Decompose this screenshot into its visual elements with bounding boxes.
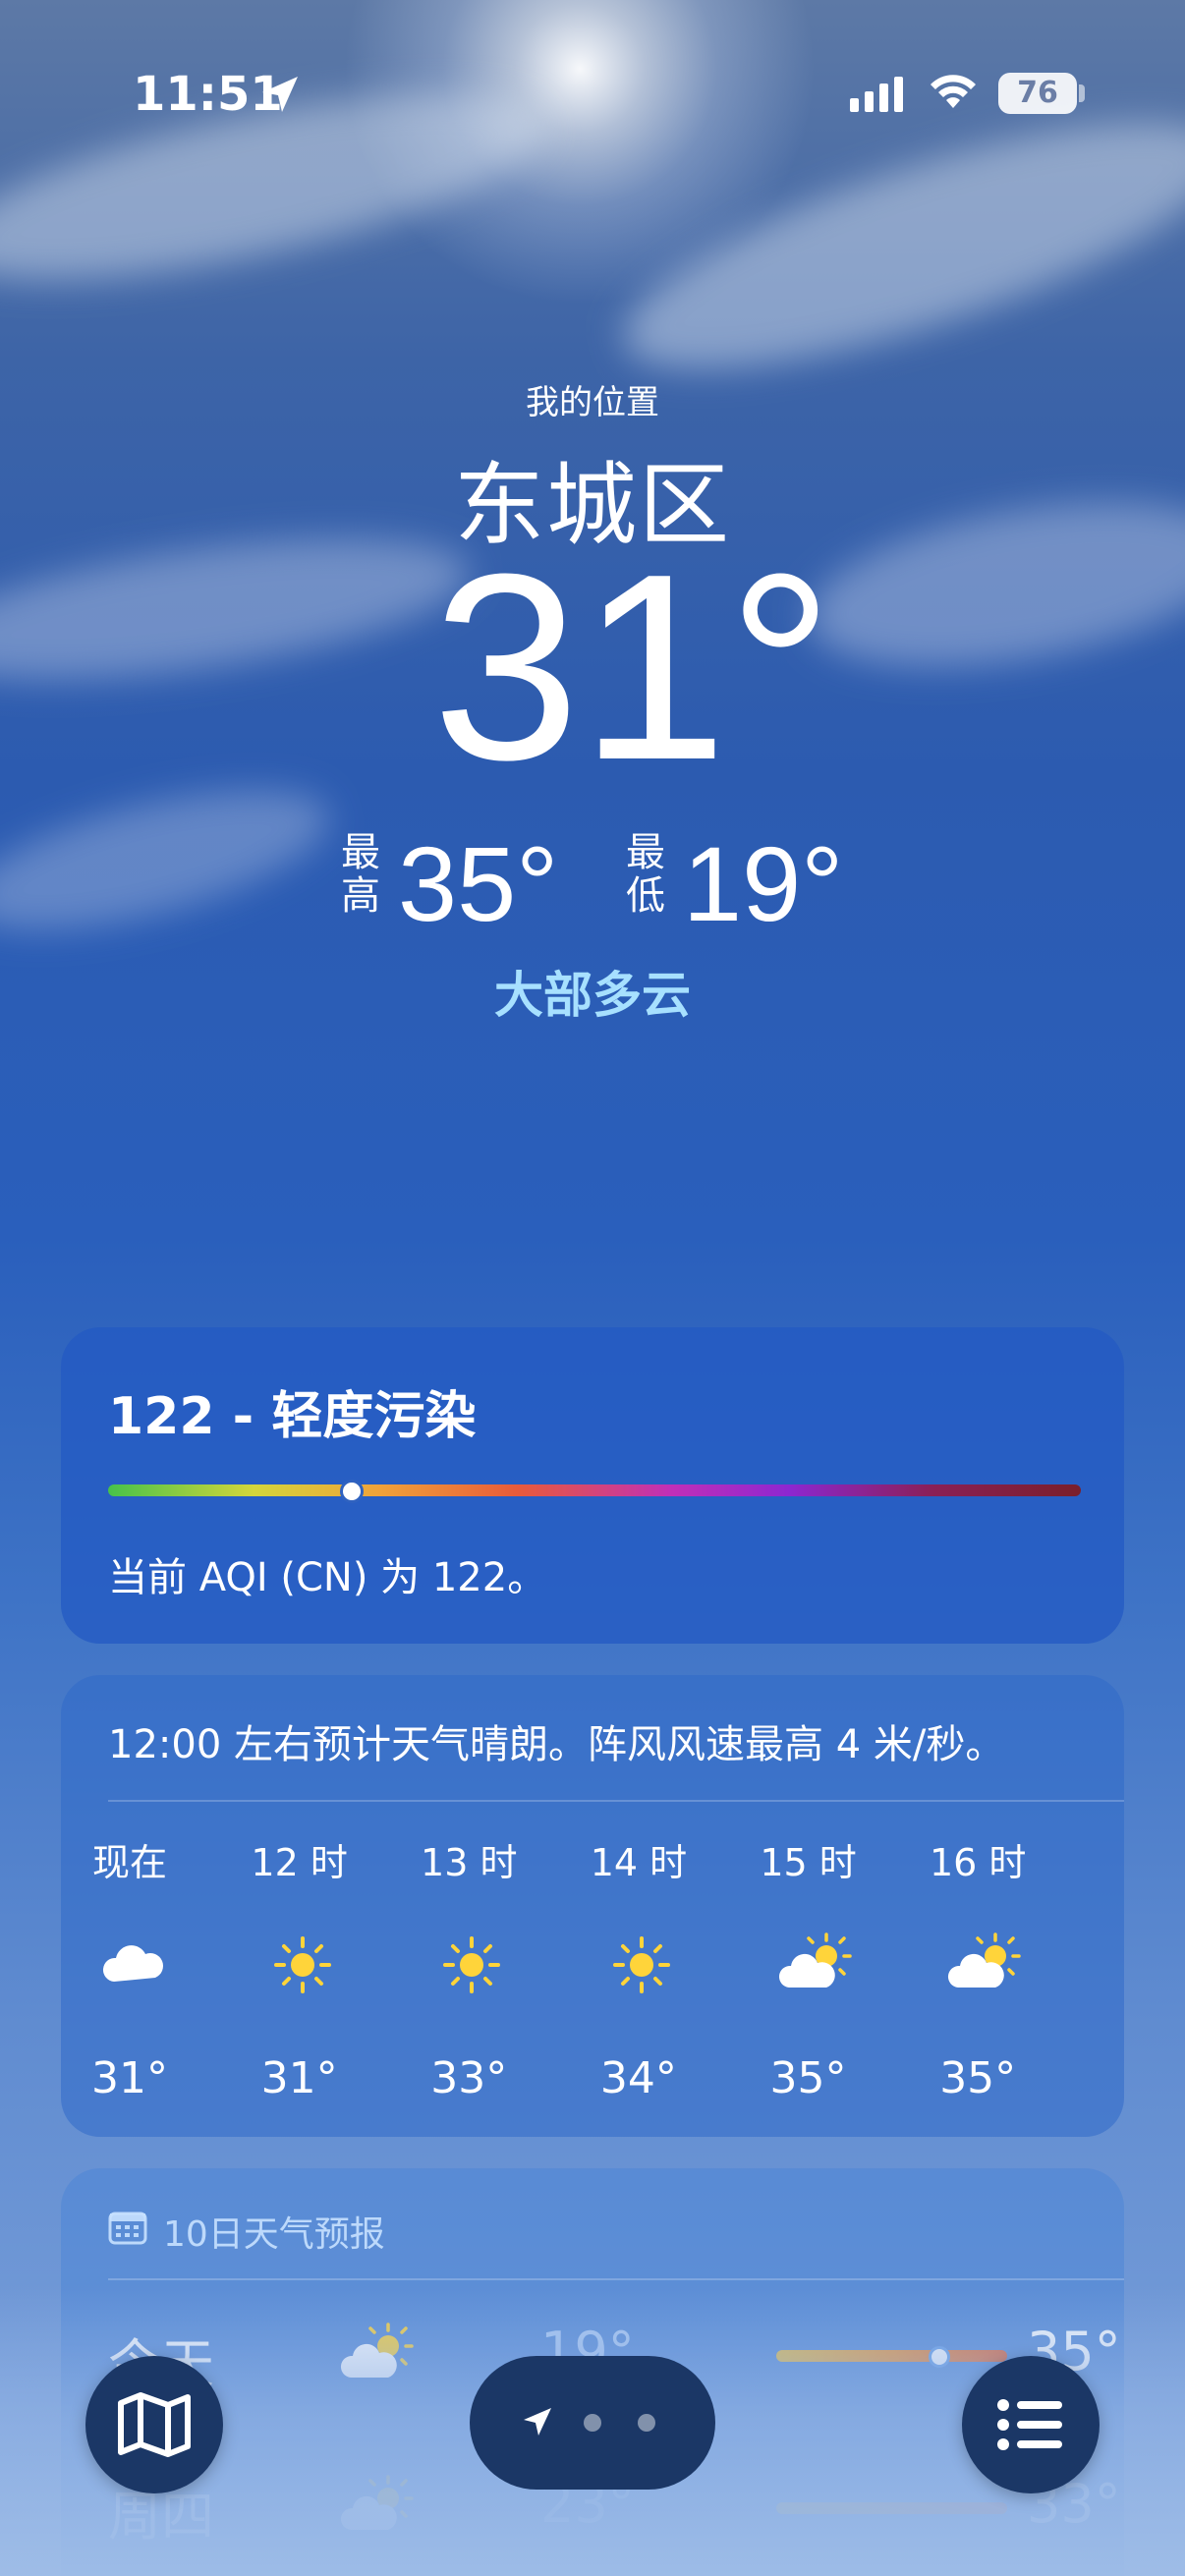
aqi-card[interactable]: 122 - 轻度污染 当前 AQI (CN) 为 122。 [61, 1327, 1124, 1644]
hourly-summary: 12:00 左右预计天气晴朗。阵风风速最高 4 米/秒。 [108, 1722, 1005, 1767]
aqi-scale-bar [108, 1484, 1081, 1496]
hour-temp: 35° [939, 2053, 1017, 2103]
hour-label: 15 时 [760, 1841, 857, 1884]
page-dot [638, 2414, 655, 2432]
hourly-forecast-card[interactable]: 12:00 左右预计天气晴朗。阵风风速最高 4 米/秒。 现在 31° 12 时 31… [61, 1675, 1124, 2137]
status-bar: 11:51 76 [0, 0, 1185, 196]
current-temperature: 31° [432, 520, 834, 815]
hour-temp: 35° [769, 2053, 847, 2103]
cellular-signal-icon [850, 77, 903, 112]
divider [108, 1800, 1124, 1802]
low-temp: 19° [683, 824, 844, 943]
hour-label: 16 时 [929, 1841, 1027, 1884]
cloud-streak [0, 761, 342, 958]
sun-icon [268, 1931, 337, 1999]
weather-screen: 11:51 76 我的位置 东城区 31° 最高 35° 最低 19° 大部多云… [0, 0, 1185, 2576]
high-temp: 35° [398, 824, 559, 943]
high-label: 最高 [341, 830, 380, 919]
my-location-label: 我的位置 [526, 383, 659, 422]
location-arrow-icon [524, 2408, 551, 2436]
divider [108, 2278, 1124, 2280]
ten-day-header: 10日天气预报 [163, 2214, 385, 2255]
low-label: 最低 [626, 830, 665, 919]
sun-icon [437, 1931, 506, 1999]
calendar-icon [108, 2212, 147, 2245]
location-arrow-icon [262, 77, 298, 112]
hour-label: 12 时 [251, 1841, 348, 1884]
sun-icon [607, 1931, 676, 1999]
hour-label: 13 时 [421, 1841, 518, 1884]
page-dot [584, 2414, 601, 2432]
hour-temp: 31° [260, 2053, 338, 2103]
hour-label: 现在 [91, 1841, 167, 1884]
hour-temp: 33° [430, 2053, 508, 2103]
page-indicator[interactable] [470, 2356, 715, 2490]
wifi-icon [931, 75, 976, 108]
map-button[interactable] [85, 2356, 223, 2493]
hour-temp: 31° [91, 2053, 168, 2103]
cloud-icon [98, 1931, 167, 1999]
partly-cloudy-icon [777, 1931, 852, 1999]
condition-text: 大部多云 [494, 967, 691, 1024]
high-low-row: 最高 35° 最低 19° [334, 825, 884, 937]
map-icon [118, 2392, 191, 2457]
aqi-title: 122 - 轻度污染 [108, 1387, 477, 1446]
aqi-indicator [339, 1480, 364, 1503]
aqi-description: 当前 AQI (CN) 为 122。 [108, 1555, 547, 1600]
battery-indicator: 76 [998, 73, 1077, 114]
battery-cap [1079, 84, 1085, 102]
location-list-button[interactable] [962, 2356, 1100, 2493]
partly-cloudy-icon [946, 1931, 1021, 1999]
list-icon [997, 2399, 1062, 2450]
hour-temp: 34° [599, 2053, 677, 2103]
hour-label: 14 时 [590, 1841, 688, 1884]
